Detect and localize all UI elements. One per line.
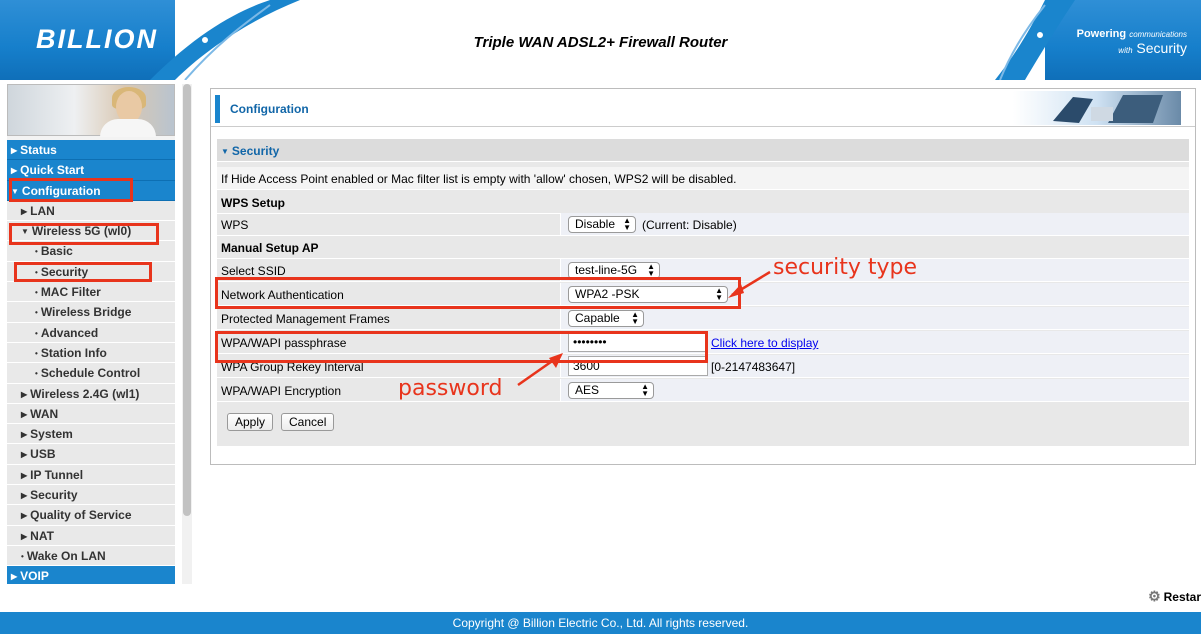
restart-label: Restar (1163, 590, 1201, 604)
annotation-arrows (517, 270, 771, 387)
restart-button[interactable]: ⚙ Restar (1148, 588, 1201, 605)
gears-icon: ⚙ (1148, 588, 1161, 604)
footer: Copyright @ Billion Electric Co., Ltd. A… (0, 612, 1201, 634)
copyright-text: Copyright @ Billion Electric Co., Ltd. A… (452, 616, 749, 630)
